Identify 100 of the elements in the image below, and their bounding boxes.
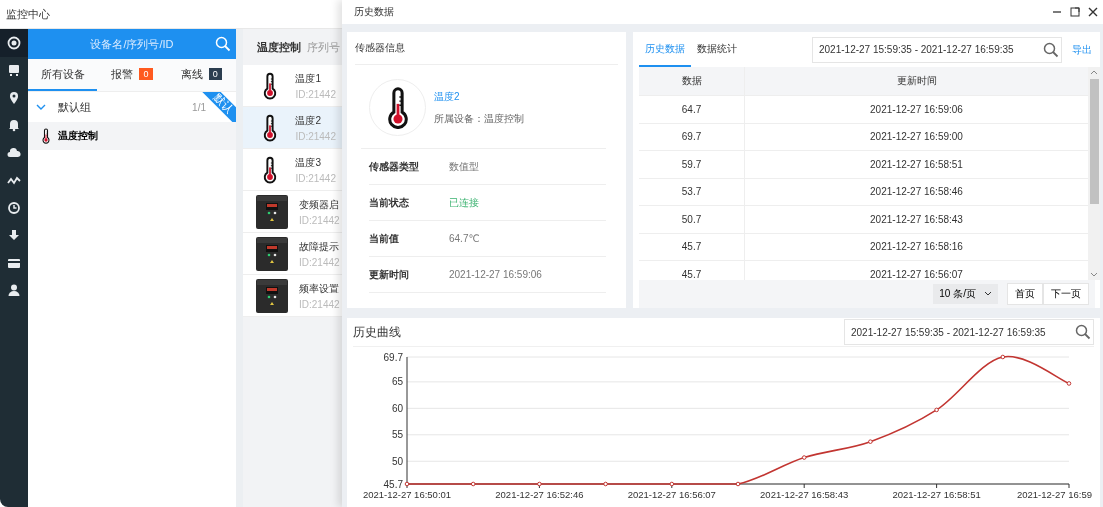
inverter-icon	[255, 277, 289, 314]
user-icon	[7, 283, 21, 298]
column-header: 数据	[639, 67, 745, 95]
table-cell-text: 2021-12-27 16:59:00	[869, 130, 964, 145]
caret-icon	[984, 291, 992, 297]
device-name: 频率设置	[299, 281, 340, 296]
device-item[interactable]: 温度2 ID:21442	[243, 107, 342, 149]
close-icon	[1087, 6, 1099, 18]
device-item[interactable]: 温度1 ID:21442	[243, 65, 342, 107]
nav-button[interactable]	[0, 29, 28, 57]
column-header: 更新时间	[895, 74, 938, 88]
data-point	[1066, 381, 1072, 386]
table-cell: 64.7	[639, 96, 745, 123]
field-value: 数值型	[449, 159, 479, 174]
chevron-icon[interactable]	[36, 103, 46, 111]
data-point	[1000, 354, 1006, 360]
sensor-name-link[interactable]: 温度2	[434, 89, 524, 104]
y-tick-label: 65	[391, 376, 403, 388]
dialog-title: 历史数据	[354, 6, 394, 17]
thermometer-icon	[263, 154, 278, 185]
data-point	[868, 439, 873, 444]
device-tab[interactable]: 所有设备	[28, 59, 98, 91]
history-tab[interactable]: 数据统计	[691, 32, 743, 67]
target-icon	[7, 35, 21, 50]
search-icon[interactable]	[215, 36, 231, 52]
export-link[interactable]: 导出	[1072, 42, 1092, 57]
data-point	[404, 481, 410, 487]
device-item[interactable]: 频率设置 ID:21442	[243, 275, 342, 317]
pager-button[interactable]: 首页	[1007, 283, 1043, 305]
y-tick-label: 50	[391, 455, 403, 467]
count-badge: 0	[139, 68, 153, 80]
device-tab[interactable]: 离线 0	[166, 59, 236, 91]
x-tick-label: 2021-12-27 16:50:01	[362, 489, 452, 500]
clock-icon	[7, 200, 21, 215]
table-cell-text: 2021-12-27 16:58:51	[869, 157, 964, 172]
app-title: 监控中心	[6, 6, 50, 22]
restore-button[interactable]	[1069, 6, 1081, 18]
y-tick-label: 69.7	[383, 351, 403, 363]
date-range-field[interactable]: 2021-12-27 15:59:35 - 2021-12-27 16:59:35	[844, 319, 1094, 345]
inverter-icon	[255, 235, 289, 272]
inverter-icon	[255, 193, 289, 230]
data-point	[669, 481, 675, 487]
table-cell-text: 2021-12-27 16:58:43	[869, 212, 964, 227]
device-item[interactable]: 故障提示 ID:21442	[243, 233, 342, 275]
owner-device: 所属设备：温度控制	[434, 111, 524, 126]
field-label: 当前状态	[369, 195, 410, 210]
x-tick-label: 2021-12-27 16:52:46	[495, 489, 584, 500]
device-name: 温度3	[295, 155, 322, 170]
date-range-field[interactable]: 2021-12-27 15:59:35 - 2021-12-27 16:59:35	[812, 36, 1062, 63]
download-icon	[7, 228, 21, 243]
close-button[interactable]	[1087, 6, 1099, 18]
x-tick-label: 2021-12-27 16:56:07	[627, 489, 716, 500]
device-tab[interactable]: 报警 0	[97, 59, 167, 91]
field-label: 更新时间	[369, 267, 410, 282]
x-tick-label: 2021-12-27 16:58:43	[760, 489, 849, 500]
table-cell: 69.7	[639, 123, 745, 150]
table-cell: 59.7	[639, 151, 745, 178]
tree-item[interactable]: 温度控制	[28, 122, 236, 150]
field-label: 当前值	[369, 231, 400, 246]
card-title: 传感器信息	[355, 41, 405, 55]
scrollbar[interactable]	[1088, 67, 1100, 280]
device-item[interactable]: 变频器启 ID:21442	[243, 191, 342, 233]
table-cell: 50.7	[639, 206, 745, 233]
table-cell-text: 2021-12-27 16:58:16	[869, 240, 964, 255]
data-point	[735, 481, 741, 487]
list-header-tab[interactable]: 温度控制	[257, 39, 301, 55]
search-icon[interactable]	[1075, 324, 1091, 340]
device-id: ID:21442	[295, 88, 336, 100]
data-point	[603, 481, 608, 487]
table-cell-text: 2021-12-27 16:56:07	[869, 267, 964, 282]
device-name: 温度2	[295, 113, 322, 128]
y-tick-label: 55	[391, 429, 403, 441]
device-id: ID:21442	[299, 298, 340, 310]
group-name[interactable]: 默认组	[58, 99, 193, 115]
device-name: 故障提示	[299, 239, 340, 254]
field-value: 2021-12-27 16:59:06	[449, 269, 542, 280]
data-point	[470, 481, 476, 487]
data-point	[537, 481, 542, 487]
device-item[interactable]: 温度3 ID:21442	[243, 149, 342, 191]
device-name: 温度1	[295, 71, 322, 86]
group-count: 1/1	[192, 101, 206, 113]
status-value: 已连接	[449, 195, 479, 210]
device-id: ID:21442	[295, 130, 336, 142]
card-title: 历史曲线	[353, 323, 401, 341]
bus-icon	[7, 63, 21, 78]
table-cell: 53.7	[639, 178, 745, 205]
data-point	[801, 455, 807, 460]
page-size-select[interactable]: 10 条/页	[933, 284, 998, 304]
bell-icon	[7, 118, 21, 133]
field-value: 64.7℃	[449, 233, 480, 244]
thermometer-icon	[263, 70, 278, 101]
y-tick-label: 60	[391, 402, 403, 414]
pager-button[interactable]: 下一页	[1043, 283, 1089, 305]
location-pin-icon	[7, 90, 21, 105]
device-id: ID:21442	[299, 214, 340, 226]
cloud-icon	[7, 145, 21, 160]
device-name: 变频器启	[299, 197, 340, 212]
search-icon[interactable]	[1043, 41, 1059, 58]
count-badge: 0	[208, 68, 222, 80]
thermometer-icon	[386, 86, 409, 129]
